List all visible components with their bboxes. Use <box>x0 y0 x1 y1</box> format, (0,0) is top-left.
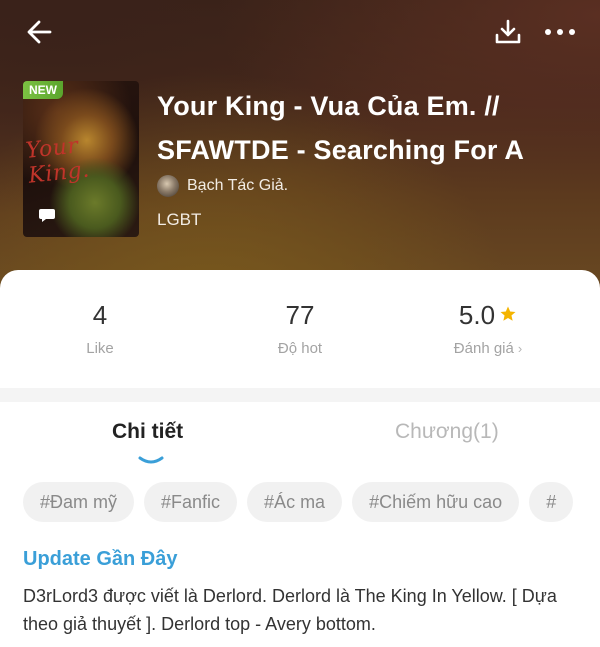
comment-bubble-icon <box>39 209 55 222</box>
tag-chip[interactable]: # <box>529 482 574 522</box>
tag-list: #Đam mỹ #Fanfic #Ác ma #Chiếm hữu cao # <box>23 482 600 524</box>
hot-stat: 77 Độ hot <box>200 298 400 357</box>
download-button[interactable] <box>490 14 526 50</box>
section-divider <box>0 388 600 402</box>
genre-label: LGBT <box>157 210 202 229</box>
star-icon <box>500 306 516 321</box>
hero-header: Your King. NEW Your King - Vua Của Em. /… <box>0 0 600 300</box>
update-description: D3rLord3 được viết là Derlord. Derlord l… <box>23 586 557 634</box>
tag-chip[interactable]: #Fanfic <box>144 482 238 522</box>
stats-row: 4 Like 77 Độ hot 5.0 Đánh giá › <box>0 270 600 388</box>
tab-bar: Chi tiết Chương(1) <box>0 402 600 470</box>
download-icon <box>495 19 521 44</box>
rating-stat[interactable]: 5.0 Đánh giá › <box>388 298 588 357</box>
author-avatar <box>157 175 179 197</box>
tag-chip[interactable]: #Chiếm hữu cao <box>352 482 520 522</box>
arrow-left-icon <box>27 20 52 44</box>
more-options-button[interactable] <box>540 14 580 50</box>
rating-value: 5.0 <box>458 300 496 330</box>
hot-label: Độ hot <box>277 340 323 357</box>
tag-chip[interactable]: #Ác ma <box>247 482 343 522</box>
details-card: 4 Like 77 Độ hot 5.0 Đánh giá › Chi tiết … <box>0 270 600 647</box>
rating-value-row: 5.0 <box>388 298 588 332</box>
cover-title-text: Your King. <box>24 133 91 189</box>
update-heading: Update Gần Đây <box>23 548 178 570</box>
active-tab-indicator <box>138 456 164 464</box>
tag-chip[interactable]: #Đam mỹ <box>23 482 135 522</box>
likes-label: Like <box>86 340 114 357</box>
likes-stat: 4 Like <box>0 298 200 357</box>
rating-label-row: Đánh giá › <box>388 340 588 357</box>
book-title: Your King - Vua Của Em. // SFAWTDE - Sea… <box>157 91 525 165</box>
hot-count: 77 <box>285 300 315 330</box>
back-button[interactable] <box>22 14 58 50</box>
book-cover[interactable]: Your King. <box>23 81 139 237</box>
more-horizontal-icon <box>545 29 575 35</box>
likes-count: 4 <box>92 300 108 330</box>
rating-label: Đánh giá <box>453 340 514 357</box>
top-bar <box>0 0 600 64</box>
author-row[interactable]: Bạch Tác Giả. <box>157 173 288 199</box>
tab-chapters[interactable]: Chương(1) <box>395 420 499 444</box>
chevron-right-icon: › <box>517 341 523 356</box>
new-badge: NEW <box>23 81 63 99</box>
tab-details[interactable]: Chi tiết <box>112 420 183 444</box>
author-name: Bạch Tác Giả. <box>187 177 289 194</box>
